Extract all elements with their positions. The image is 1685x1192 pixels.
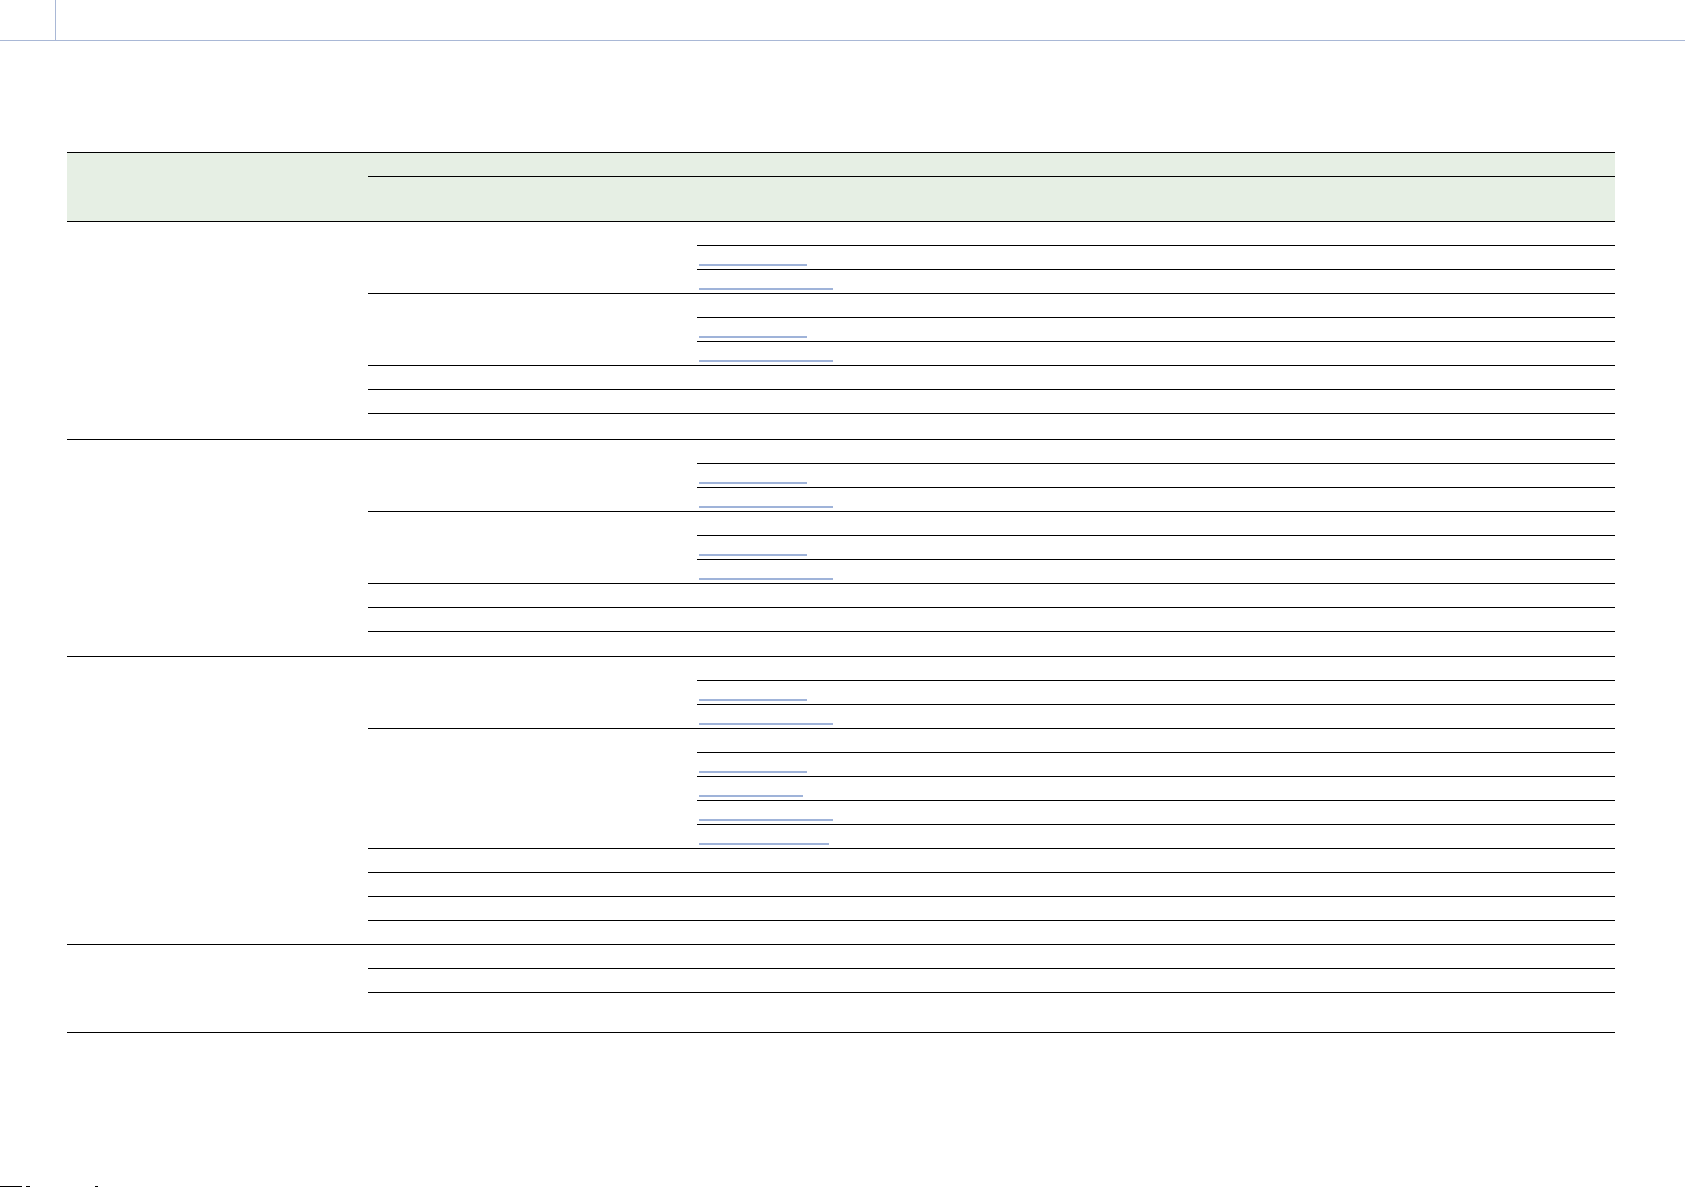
row-rule <box>697 680 1615 681</box>
subgroup-rule <box>368 728 1615 729</box>
item-link[interactable] <box>699 819 833 821</box>
subgroup-rule <box>368 583 1615 584</box>
row-rule <box>697 559 1615 560</box>
item-link[interactable] <box>699 843 829 845</box>
subgroup-rule <box>368 896 1615 897</box>
row-rule <box>697 487 1615 488</box>
group-rule <box>67 944 1615 945</box>
group-rule <box>67 656 1615 657</box>
footer-mark <box>0 1186 22 1187</box>
row-rule <box>697 245 1615 246</box>
item-link[interactable] <box>699 264 807 266</box>
header-sub-rule <box>368 176 1615 177</box>
row-rule <box>697 463 1615 464</box>
group-rule <box>67 439 1615 440</box>
item-link[interactable] <box>699 336 807 338</box>
table-top-rule <box>67 152 1615 153</box>
subgroup-rule <box>368 848 1615 849</box>
item-link[interactable] <box>699 288 833 290</box>
row-rule <box>697 341 1615 342</box>
item-link[interactable] <box>699 795 803 797</box>
item-link[interactable] <box>699 699 807 701</box>
footer-mark <box>26 1186 30 1187</box>
subgroup-rule <box>368 968 1615 969</box>
item-link[interactable] <box>699 723 833 725</box>
subgroup-rule <box>368 511 1615 512</box>
item-link[interactable] <box>699 482 807 484</box>
footer-mark <box>95 1186 98 1187</box>
subgroup-rule <box>368 992 1615 993</box>
page-top-rule <box>0 40 1685 41</box>
row-rule <box>697 776 1615 777</box>
item-link[interactable] <box>699 360 833 362</box>
settings-table <box>67 152 1615 1033</box>
table-header-background <box>67 152 1615 221</box>
subgroup-rule <box>368 365 1615 366</box>
row-rule <box>697 800 1615 801</box>
row-rule <box>697 824 1615 825</box>
subgroup-rule <box>368 413 1615 414</box>
subgroup-rule <box>368 920 1615 921</box>
subgroup-rule <box>368 872 1615 873</box>
subgroup-rule <box>368 293 1615 294</box>
row-rule <box>697 317 1615 318</box>
page-top-tick <box>55 0 56 40</box>
item-link[interactable] <box>699 554 807 556</box>
subgroup-rule <box>368 389 1615 390</box>
row-rule <box>697 269 1615 270</box>
table-bottom-rule <box>67 1032 1615 1033</box>
item-link[interactable] <box>699 578 833 580</box>
item-link[interactable] <box>699 506 833 508</box>
subgroup-rule <box>368 607 1615 608</box>
row-rule <box>697 752 1615 753</box>
subgroup-rule <box>368 631 1615 632</box>
row-rule <box>697 535 1615 536</box>
header-bottom-rule <box>67 221 1615 222</box>
item-link[interactable] <box>699 771 807 773</box>
row-rule <box>697 704 1615 705</box>
